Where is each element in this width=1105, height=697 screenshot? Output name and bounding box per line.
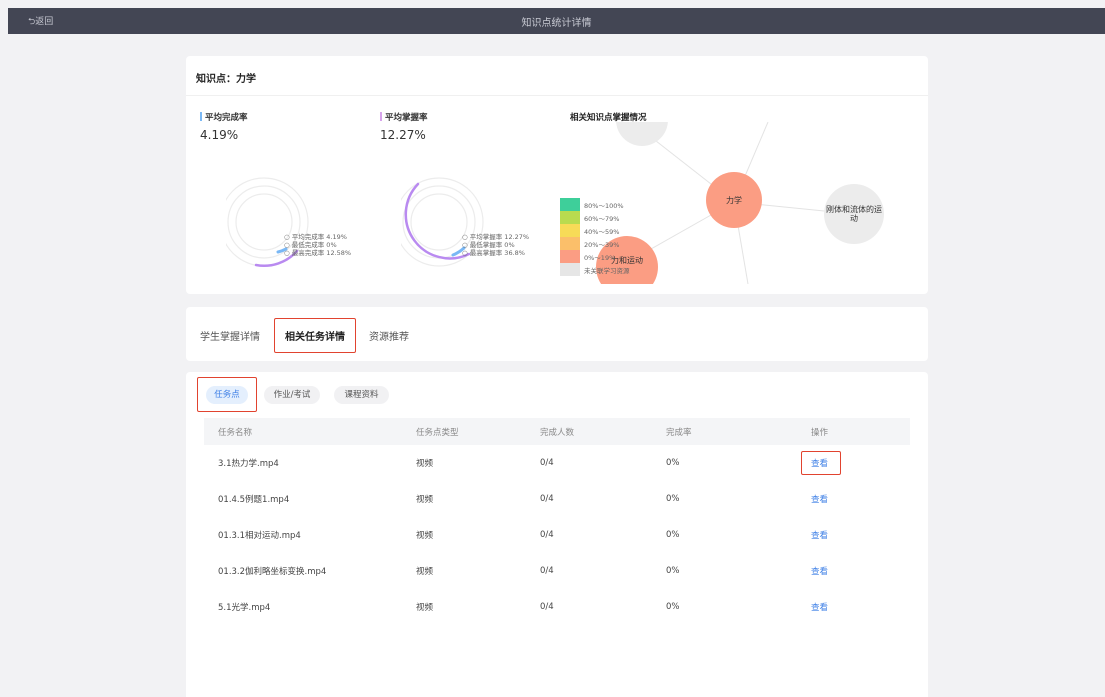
task-name: 3.1热力学.mp4 — [218, 459, 279, 469]
legend-label: 60%～79% — [584, 214, 620, 223]
tab-student-mastery[interactable]: 学生掌握详情 — [200, 328, 260, 343]
view-link[interactable]: 查看 — [811, 493, 828, 505]
top-bar: ⮌返回 知识点统计详情 — [8, 8, 1105, 34]
task-type: 视频 — [416, 531, 434, 541]
task-name: 01.3.2伽利略坐标变换.mp4 — [218, 567, 327, 577]
legend-swatch — [560, 198, 580, 211]
mastery-legend-min: ○ 最低掌握率 0% — [462, 241, 515, 249]
legend-swatch — [560, 237, 580, 250]
avg-mastery-value: 12.27% — [380, 128, 426, 142]
view-link[interactable]: 查看 — [811, 529, 828, 541]
header-completion-rate: 完成率 — [666, 427, 692, 438]
tab-resource-recommend[interactable]: 资源推荐 — [369, 328, 409, 343]
filter-homework-exam[interactable]: 作业/考试 — [264, 386, 320, 404]
header-task-name: 任务名称 — [218, 427, 253, 438]
avg-completion-value: 4.19% — [200, 128, 239, 142]
view-link[interactable]: 查看 — [811, 601, 828, 613]
task-type: 视频 — [416, 459, 434, 469]
legend-swatch — [560, 263, 580, 276]
legend-row: 未关联学习资源 — [560, 263, 630, 276]
divider — [186, 95, 928, 96]
highlight-box — [274, 318, 356, 353]
header-task-type: 任务点类型 — [416, 427, 459, 438]
mastery-ring-legend: ○ 平均掌握率 12.27% ○ 最低掌握率 0% ○ 最高掌握率 36.8% — [462, 233, 529, 257]
table-row: 01.4.5例题1.mp4 视频 0/4 0% 查看 — [204, 481, 910, 517]
mastery-legend-avg: ○ 平均掌握率 12.27% — [462, 233, 530, 241]
legend-label: 未关联学习资源 — [584, 266, 630, 275]
legend-label: 40%～59% — [584, 227, 620, 236]
mastery-legend-max: ○ 最高掌握率 36.8% — [462, 249, 525, 257]
table-row: 3.1热力学.mp4 视频 0/4 0% 查看 — [204, 445, 910, 481]
task-name: 01.4.5例题1.mp4 — [218, 495, 290, 505]
completion-rate: 0% — [666, 602, 680, 612]
highlight-box — [801, 451, 841, 475]
completed-count: 0/4 — [540, 494, 554, 504]
legend-label: 0%～19% — [584, 253, 616, 262]
completion-rate: 0% — [666, 458, 680, 468]
task-list-card: 任务点 作业/考试 课程资料 任务名称 任务点类型 完成人数 完成率 操作 3.… — [186, 372, 928, 697]
legend-row: 0%～19% — [560, 250, 630, 263]
completed-count: 0/4 — [540, 458, 554, 468]
completed-count: 0/4 — [540, 602, 554, 612]
task-name: 5.1光学.mp4 — [218, 603, 271, 613]
legend-row: 20%～39% — [560, 237, 630, 250]
task-table: 任务名称 任务点类型 完成人数 完成率 操作 3.1热力学.mp4 视频 0/4… — [204, 418, 910, 625]
legend-row: 40%～59% — [560, 224, 630, 237]
completed-count: 0/4 — [540, 566, 554, 576]
legend-row: 80%～100% — [560, 198, 630, 211]
graph-node-center[interactable]: 力学 — [706, 172, 762, 228]
legend-swatch — [560, 224, 580, 237]
task-type: 视频 — [416, 495, 434, 505]
header-actions: 操作 — [811, 427, 829, 438]
task-name: 01.3.1相对运动.mp4 — [218, 531, 301, 541]
graph-node-right[interactable]: 刚体和流体的运动 — [824, 184, 884, 244]
legend-label: 20%～39% — [584, 240, 620, 249]
avg-completion-label: 平均完成率 — [200, 111, 248, 123]
view-link[interactable]: 查看 — [811, 565, 828, 577]
legend-swatch — [560, 250, 580, 263]
legend-row: 60%～79% — [560, 211, 630, 224]
detail-tabs-card: 学生掌握详情 相关任务详情 资源推荐 — [186, 307, 928, 361]
task-type: 视频 — [416, 603, 434, 613]
mastery-color-legend: 80%～100% 60%～79% 40%～59% 20%～39% 0%～19% … — [560, 198, 630, 276]
completion-rate: 0% — [666, 566, 680, 576]
filter-course-materials[interactable]: 课程资料 — [334, 386, 389, 404]
completion-ring-legend: ○ 平均完成率 4.19% ○ 最低完成率 0% ○ 最高完成率 12.58% — [284, 233, 351, 257]
knowledge-point-title: 知识点：力学 — [196, 74, 256, 85]
completion-rate: 0% — [666, 494, 680, 504]
header-completed-count: 完成人数 — [540, 427, 575, 438]
table-row: 01.3.1相对运动.mp4 视频 0/4 0% 查看 — [204, 517, 910, 553]
table-row: 01.3.2伽利略坐标变换.mp4 视频 0/4 0% 查看 — [204, 553, 910, 589]
legend-swatch — [560, 211, 580, 224]
table-header: 任务名称 任务点类型 完成人数 完成率 操作 — [204, 418, 910, 445]
task-type: 视频 — [416, 567, 434, 577]
completion-legend-max: ○ 最高完成率 12.58% — [284, 249, 352, 257]
completion-legend-min: ○ 最低完成率 0% — [284, 241, 337, 249]
completion-legend-avg: ○ 平均完成率 4.19% — [284, 233, 347, 241]
overview-card: 知识点：力学 平均完成率 4.19% ○ 平均完成率 4.19% ○ 最低完成率… — [186, 56, 928, 294]
page-title: 知识点统计详情 — [521, 18, 592, 29]
completion-rate: 0% — [666, 530, 680, 540]
completed-count: 0/4 — [540, 530, 554, 540]
legend-label: 80%～100% — [584, 201, 624, 210]
table-row: 5.1光学.mp4 视频 0/4 0% 查看 — [204, 589, 910, 625]
avg-mastery-label: 平均掌握率 — [380, 111, 428, 123]
highlight-box — [197, 377, 257, 412]
knowledge-graph: 力学 刚体和流体的运动 力和运动 80%～100% 60%～79% 40%～59… — [558, 122, 913, 284]
